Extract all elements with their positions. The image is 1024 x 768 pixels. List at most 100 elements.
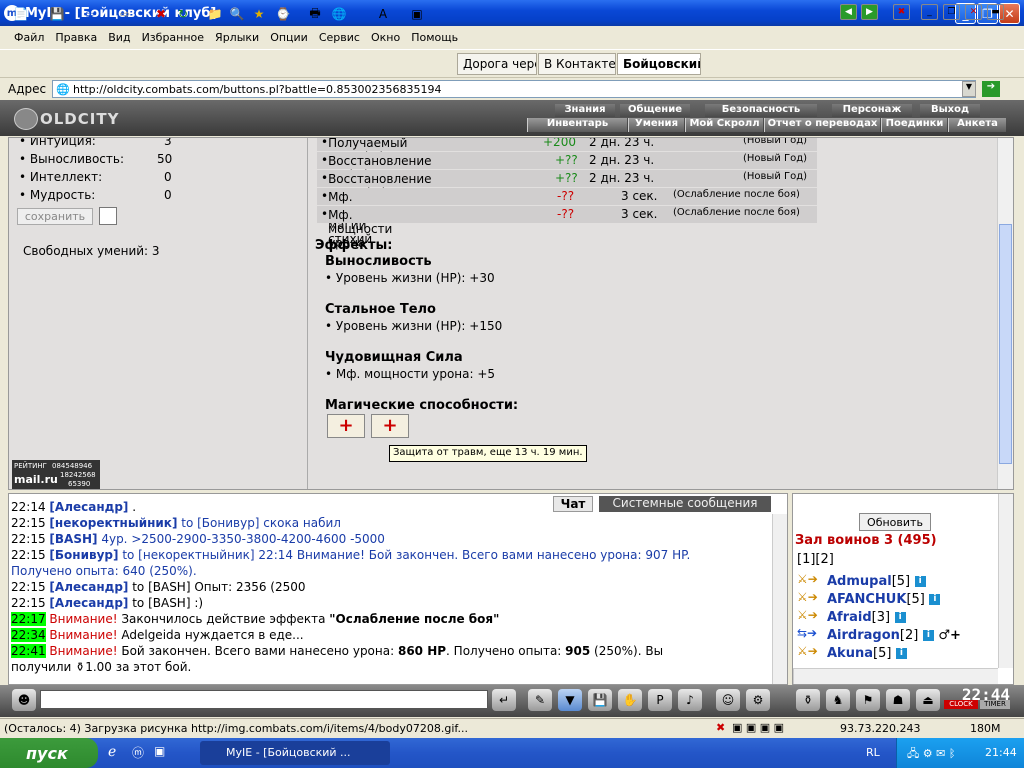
- refresh-button[interactable]: Обновить: [859, 513, 931, 531]
- nav-exit[interactable]: Выход: [920, 104, 980, 117]
- clan-icon[interactable]: ⚑: [856, 689, 880, 711]
- back-green-icon[interactable]: ◀: [840, 4, 857, 20]
- menu-help[interactable]: Помощь: [411, 31, 458, 44]
- character-icon[interactable]: ♞: [826, 689, 850, 711]
- menu-file[interactable]: Файл: [14, 31, 44, 44]
- nav-transfer-report[interactable]: Отчет о переводах: [764, 118, 880, 132]
- player-item[interactable]: Airdragon[2] i ♂+: [827, 628, 961, 643]
- add-friend-icon[interactable]: ♂+: [938, 628, 961, 643]
- address-dropdown-icon[interactable]: ▼: [962, 81, 976, 97]
- player-item[interactable]: AFANCHUK[5] i: [827, 592, 941, 607]
- nav-communication[interactable]: Общение: [620, 104, 690, 117]
- menu-shortcuts[interactable]: Ярлыки: [215, 31, 259, 44]
- room-pages[interactable]: [1][2]: [797, 552, 834, 567]
- info-icon[interactable]: i: [895, 648, 907, 659]
- ie-icon[interactable]: ℯ: [108, 744, 116, 760]
- tray-icons[interactable]: 🖧 ⚙ ✉ ᛒ: [907, 745, 955, 764]
- player-item[interactable]: Afraid[3] i: [827, 610, 906, 625]
- tab-system[interactable]: Системные сообщения: [599, 496, 771, 512]
- url-text: http://oldcity.combats.com/buttons.pl?ba…: [73, 83, 442, 96]
- refresh-icon[interactable]: ↻: [174, 5, 192, 23]
- forward-icon[interactable]: ⇨: [116, 5, 134, 23]
- menu-view[interactable]: Вид: [108, 31, 130, 44]
- doc-close-icon[interactable]: ✕: [965, 4, 982, 20]
- private-icon[interactable]: P: [648, 689, 672, 711]
- tab-chat[interactable]: Чат: [553, 496, 593, 512]
- chat-line: 22:14 [Алесандр] .: [11, 500, 137, 514]
- settings-icon[interactable]: ⚙: [746, 689, 770, 711]
- nav-profile[interactable]: Анкета: [948, 118, 1006, 132]
- back-icon[interactable]: ⇦: [80, 5, 98, 23]
- history-icon[interactable]: ⌚: [274, 5, 292, 23]
- encoding-icon[interactable]: A: [374, 5, 392, 23]
- filter-icon[interactable]: ▼: [558, 689, 582, 711]
- magic-scroll-icon[interactable]: +: [371, 414, 409, 438]
- room-title: Зал воинов 3 (495): [795, 533, 937, 548]
- info-icon[interactable]: i: [914, 576, 926, 587]
- new-page-icon[interactable]: 📄: [12, 5, 30, 23]
- smile-icon[interactable]: ☺: [716, 689, 740, 711]
- myie-quick-icon[interactable]: ⓜ: [132, 744, 144, 761]
- nav-inventory[interactable]: Инвентарь: [527, 118, 627, 132]
- tab-vkontakte[interactable]: В Контакте: [538, 53, 616, 75]
- window-icon[interactable]: ▣: [408, 5, 426, 23]
- eraser-icon[interactable]: ✎: [528, 689, 552, 711]
- mailru-counter[interactable]: РЕЙТИНГ 084548946 mail.ru 18242568 65390: [12, 460, 100, 489]
- tab-combats[interactable]: Бойцовский: [617, 53, 701, 75]
- tab-road[interactable]: Дорога чере: [457, 53, 537, 75]
- doc-menu-icon[interactable]: ▬: [987, 4, 1004, 20]
- nav-character[interactable]: Персонаж: [832, 104, 912, 117]
- address-input[interactable]: http://oldcity.combats.com/buttons.pl?ba…: [52, 80, 976, 98]
- timer-label[interactable]: TIMER: [980, 700, 1010, 709]
- save-log-icon[interactable]: 💾: [588, 689, 612, 711]
- scroll-thumb[interactable]: [999, 224, 1012, 464]
- print-icon[interactable]: 🖶: [306, 5, 324, 23]
- forward-green-icon[interactable]: ▶: [861, 4, 878, 20]
- friends-icon[interactable]: ☗: [886, 689, 910, 711]
- start-button[interactable]: пуск: [0, 738, 98, 768]
- system-line: 22:17 Внимание! Закончилось действие эфф…: [11, 612, 500, 626]
- stop-icon[interactable]: ✖: [893, 4, 910, 20]
- clock-label[interactable]: CLOCK: [944, 700, 978, 709]
- nav-my-scroll[interactable]: Мой Скролл: [685, 118, 763, 132]
- sound-icon[interactable]: ♪: [678, 689, 702, 711]
- doc-restore-icon[interactable]: ❐: [943, 4, 960, 20]
- inventory-icon[interactable]: ⚱: [796, 689, 820, 711]
- player-item[interactable]: Admupal[5] i: [827, 574, 926, 589]
- language-indicator[interactable]: RL: [866, 746, 880, 759]
- save-stats-button[interactable]: сохранить: [17, 208, 93, 225]
- menu-options[interactable]: Опции: [270, 31, 308, 44]
- send-icon[interactable]: ↵: [492, 689, 516, 711]
- info-icon[interactable]: i: [929, 594, 941, 605]
- menu-edit[interactable]: Правка: [55, 31, 97, 44]
- player-item[interactable]: Akuna[5] i: [827, 646, 907, 661]
- info-icon[interactable]: i: [922, 630, 934, 641]
- magic-scroll-icon[interactable]: +: [327, 414, 365, 438]
- star-icon[interactable]: ★: [250, 5, 268, 23]
- menu-favorites[interactable]: Избранное: [142, 31, 204, 44]
- smiley-menu-icon[interactable]: ☻: [12, 689, 36, 711]
- nav-fights[interactable]: Поединки: [881, 118, 947, 132]
- chat-scrollbar[interactable]: [772, 514, 787, 684]
- chat-input[interactable]: [40, 690, 488, 709]
- folder-icon[interactable]: 📁: [206, 5, 224, 23]
- doc-minimize-icon[interactable]: _: [921, 4, 938, 20]
- task-myie[interactable]: MyIE - [Бойцовский ...: [200, 741, 390, 765]
- nav-security[interactable]: Безопасность: [705, 104, 817, 117]
- search-icon[interactable]: 🔍: [228, 5, 246, 23]
- menu-tools[interactable]: Сервис: [319, 31, 360, 44]
- go-icon[interactable]: ➔: [982, 81, 1000, 97]
- stop-page-icon[interactable]: ✖: [152, 5, 170, 23]
- save-icon[interactable]: 💾: [48, 5, 66, 23]
- exit-icon[interactable]: ⏏: [916, 689, 940, 711]
- save-checkbox[interactable]: [99, 207, 117, 225]
- info-icon[interactable]: i: [894, 612, 906, 623]
- room-scrollbar[interactable]: [998, 494, 1013, 668]
- nav-skills[interactable]: Умения: [628, 118, 684, 132]
- desktop-icon[interactable]: ▣: [154, 744, 165, 758]
- nav-knowledge[interactable]: Знания: [555, 104, 615, 117]
- ignore-icon[interactable]: ✋: [618, 689, 642, 711]
- menu-window[interactable]: Окно: [371, 31, 400, 44]
- world-icon[interactable]: 🌐: [330, 5, 348, 23]
- room-hscrollbar[interactable]: [793, 668, 998, 684]
